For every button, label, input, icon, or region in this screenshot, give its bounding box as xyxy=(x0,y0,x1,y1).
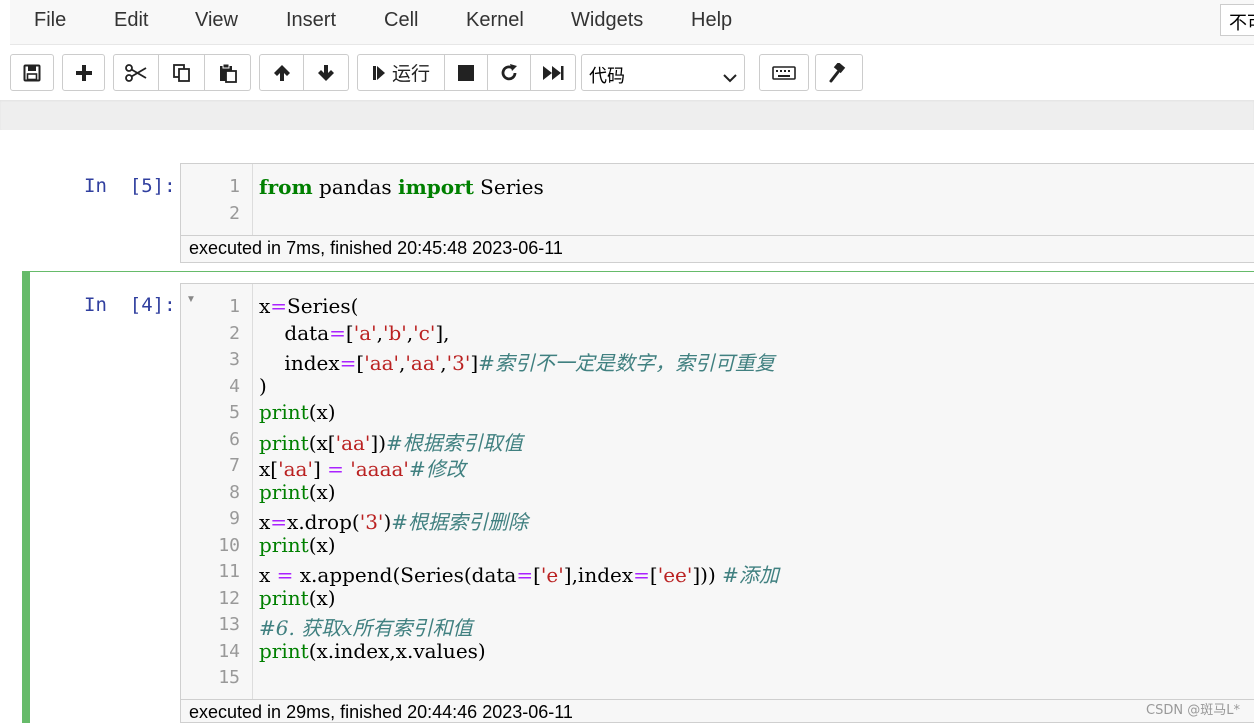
code-line: index=['aa','aa','3']#索引不一定是数字，索引可重复 xyxy=(259,351,775,375)
menu-bar: File Edit View Insert Cell Kernel Widget… xyxy=(10,0,1254,45)
cell-prompt: In [4]: xyxy=(84,294,176,316)
restart-button[interactable] xyxy=(488,54,531,91)
trust-indicator[interactable]: 不可信 xyxy=(1220,4,1254,36)
code-line: print(x) xyxy=(259,532,336,557)
menu-insert[interactable]: Insert xyxy=(286,9,336,32)
code-line: x = x.append(Series(data=['e'],index=['e… xyxy=(259,563,779,587)
restart-run-all-button[interactable] xyxy=(531,54,576,91)
execution-time-info: executed in 29ms, finished 20:44:46 2023… xyxy=(180,700,1254,723)
copy-button[interactable] xyxy=(159,54,205,91)
line-number: 4 xyxy=(229,375,240,397)
menu-widgets[interactable]: Widgets xyxy=(571,9,643,32)
save-icon xyxy=(23,64,41,82)
insert-cell-button[interactable] xyxy=(62,54,105,91)
cut-icon xyxy=(125,63,147,82)
restart-icon xyxy=(499,63,519,83)
keyboard-icon xyxy=(772,65,796,80)
code-line: print(x.index,x.values) xyxy=(259,638,486,663)
paste-icon xyxy=(218,63,238,83)
line-number: 14 xyxy=(218,640,240,662)
code-line: print(x) xyxy=(259,479,336,504)
line-number-gutter: 1 2 xyxy=(181,164,253,235)
line-number: 13 xyxy=(218,614,240,635)
code-line: x=x.drop('3')#根据索引删除 xyxy=(259,510,529,534)
line-number: 2 xyxy=(229,322,240,344)
line-number: 1 xyxy=(229,176,240,197)
cut-button[interactable] xyxy=(113,54,159,91)
paste-button[interactable] xyxy=(205,54,251,91)
step-forward-icon xyxy=(372,64,386,82)
code-line: from pandas import Series xyxy=(259,175,544,199)
line-number: 15 xyxy=(218,667,240,688)
code-line: x['aa'] = 'aaaa'#修改 xyxy=(259,457,466,481)
selected-cell-indicator xyxy=(22,271,30,723)
code-line: ) xyxy=(259,373,267,398)
copy-icon xyxy=(172,63,192,83)
code-line: x=Series( xyxy=(259,294,359,318)
code-cell-input[interactable]: 1 2 from pandas import Series xyxy=(180,163,1254,236)
code-cell-input[interactable]: ▼ 1 2 3 4 5 6 7 8 9 10 11 12 13 14 15 x=… xyxy=(180,283,1254,700)
move-up-button[interactable] xyxy=(259,54,304,91)
line-number: 8 xyxy=(229,481,240,503)
extensions-button[interactable] xyxy=(815,54,863,91)
move-down-button[interactable] xyxy=(304,54,349,91)
menu-help[interactable]: Help xyxy=(691,9,732,32)
line-number: 6 xyxy=(229,428,240,450)
line-number: 12 xyxy=(218,587,240,609)
line-number: 9 xyxy=(229,508,240,529)
line-number: 5 xyxy=(229,402,240,423)
menu-edit[interactable]: Edit xyxy=(114,9,148,32)
arrow-down-icon xyxy=(317,64,335,82)
cell-prompt: In [5]: xyxy=(84,175,176,197)
arrow-up-icon xyxy=(273,64,291,82)
watermark: CSDN @斑马L* xyxy=(1146,703,1240,718)
fold-arrow-icon[interactable]: ▼ xyxy=(186,294,196,305)
fast-forward-icon xyxy=(542,65,564,81)
run-label: 运行 xyxy=(391,63,430,85)
cell-type-select[interactable]: 代码 xyxy=(581,54,745,91)
code-line: data=['a','b','c'], xyxy=(259,320,450,345)
line-number: 10 xyxy=(218,534,240,556)
code-line: print(x['aa'])#根据索引取值 xyxy=(259,430,523,455)
line-number: 3 xyxy=(229,349,240,370)
menu-view[interactable]: View xyxy=(195,9,238,32)
line-number: 2 xyxy=(229,203,240,224)
gavel-icon xyxy=(829,62,849,83)
code-line: #6. 获取x所有索引和值 xyxy=(259,616,473,640)
plus-icon xyxy=(75,64,93,82)
code-line: print(x) xyxy=(259,400,336,424)
chevron-down-icon xyxy=(723,67,737,88)
run-button[interactable]: 运行 xyxy=(357,54,445,91)
interrupt-button[interactable] xyxy=(445,54,488,91)
menu-file[interactable]: File xyxy=(34,9,66,32)
cell-type-value: 代码 xyxy=(589,66,625,87)
toolbar: 运行 代码 xyxy=(0,45,1254,100)
line-number-gutter: ▼ 1 2 3 4 5 6 7 8 9 10 11 12 13 14 15 xyxy=(181,284,253,699)
execution-time-info: executed in 7ms, finished 20:45:48 2023-… xyxy=(180,236,1254,263)
menu-kernel[interactable]: Kernel xyxy=(466,9,524,32)
line-number: 7 xyxy=(229,455,240,476)
code-line: print(x) xyxy=(259,585,336,610)
save-button[interactable] xyxy=(10,54,54,91)
toolbar-separator xyxy=(0,100,1254,130)
stop-icon xyxy=(458,64,474,81)
line-number: 1 xyxy=(229,296,240,317)
menu-cell[interactable]: Cell xyxy=(384,9,418,32)
command-palette-button[interactable] xyxy=(759,54,809,91)
line-number: 11 xyxy=(218,561,240,582)
